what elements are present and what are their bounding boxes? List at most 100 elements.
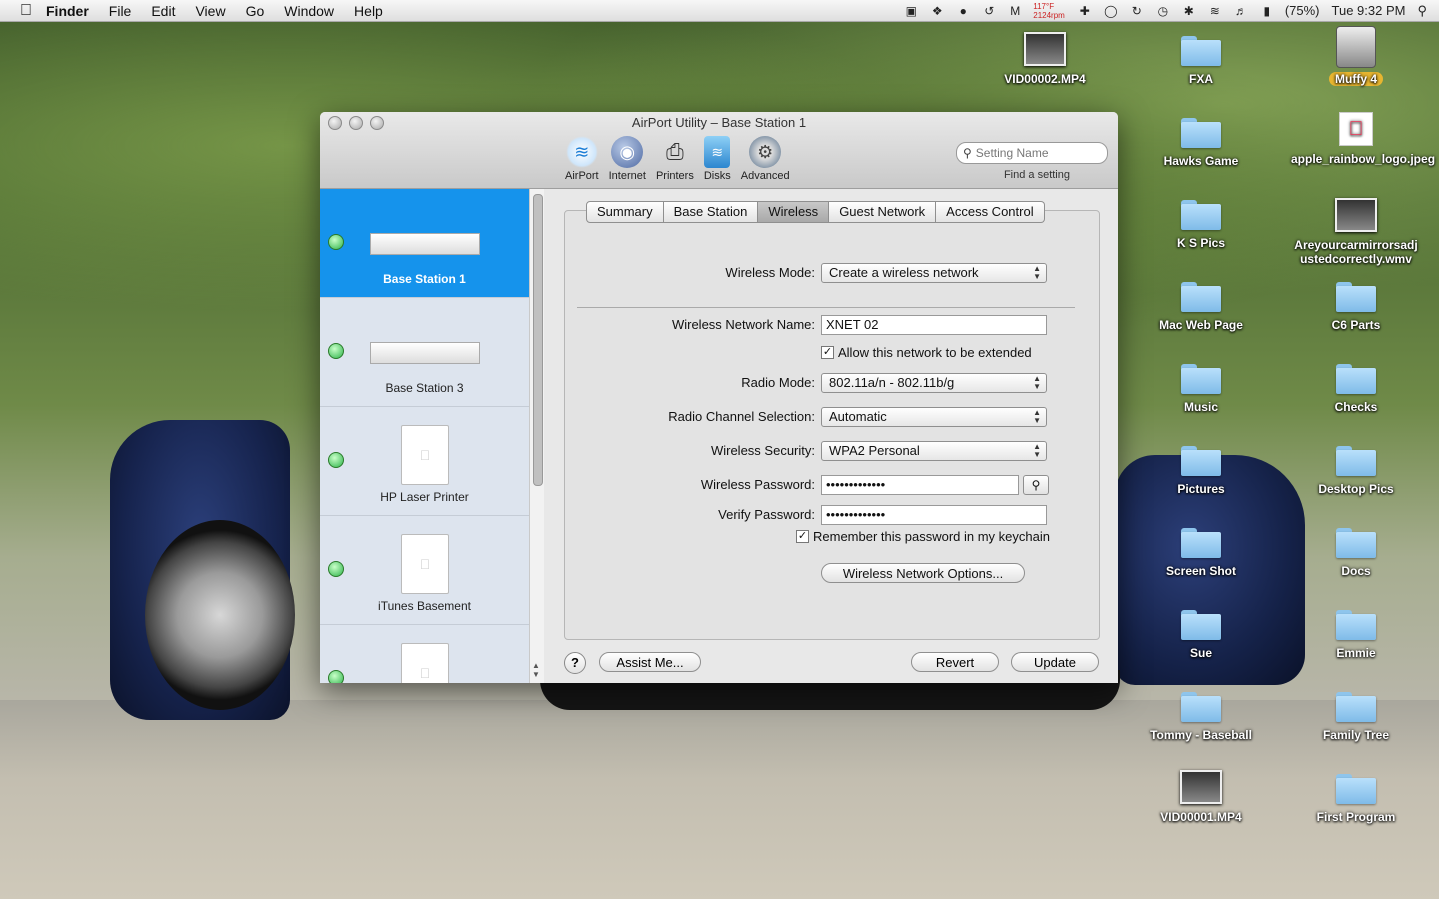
menu-clock[interactable]: Tue 9:32 PM [1332,3,1406,18]
scrollbar-thumb[interactable] [533,194,543,486]
desktop-icon-tommy-baseball[interactable]: Tommy - Baseball [1136,692,1266,742]
scroll-arrows-icon[interactable]: ▲ ▼ [532,661,540,679]
chat-icon[interactable]: ◯ [1103,4,1119,18]
airport-wifi-icon: ≋ [565,136,598,168]
wireless-network-options-button[interactable]: Wireless Network Options... [821,563,1025,583]
menu-window[interactable]: Window [284,3,334,19]
menu-edit[interactable]: Edit [151,3,175,19]
tab-wireless[interactable]: Wireless [758,201,830,223]
tab-guest-network[interactable]: Guest Network [829,201,937,223]
network-name-field[interactable]: XNET 02 [821,315,1047,335]
radio-mode-label: Radio Mode: [741,375,815,390]
tab-access-control[interactable]: Access Control [936,201,1045,223]
keychain-key-button[interactable]: ⚲ [1023,475,1049,495]
toolbar-printers-button[interactable]: ⎙ Printers [653,136,697,182]
assist-me-button[interactable]: Assist Me... [599,652,701,672]
desktop-icon-first-program[interactable]: First Program [1291,774,1421,824]
dashboard-icon[interactable]: ✚ [1077,4,1093,18]
device-item-itunes-basement[interactable]:  iTunes Basement [320,516,529,625]
desktop-icon-vid00001[interactable]: VID00001.MP4 [1136,770,1266,824]
toolbar-airport-button[interactable]: ≋ AirPort [562,136,602,182]
wireless-mode-popup[interactable]: Create a wireless network ▲ ▼ [821,263,1047,283]
desktop-icon-desktop-pics[interactable]: Desktop Pics [1291,446,1421,496]
dropbox-icon[interactable]: ❖ [929,4,945,18]
volume-icon[interactable]: ♬ [1233,4,1249,18]
menu-go[interactable]: Go [246,3,265,19]
desktop-icon-checks[interactable]: Checks [1291,364,1421,414]
toolbar-disks-label: Disks [703,170,731,182]
tab-summary[interactable]: Summary [586,201,664,223]
channel-popup[interactable]: Automatic ▲ ▼ [821,407,1047,427]
desktop-icon-sue[interactable]: Sue [1136,610,1266,660]
device-item-base-station-3[interactable]: Base Station 3 [320,298,529,407]
revert-button[interactable]: Revert [911,652,999,672]
desktop-icon-muffy4[interactable]: Muffy 4 [1291,26,1421,86]
device-list-scrollbar[interactable]: ▲ ▼ [529,189,545,683]
device-item-partial[interactable]:  [320,625,529,683]
desktop-icon-label: C6 Parts [1331,318,1381,332]
desktop-icon-music[interactable]: Music [1136,364,1266,414]
sync-icon[interactable]: ↻ [1129,4,1145,18]
wifi-icon[interactable]: ≋ [1207,4,1223,18]
spotlight-icon[interactable]: ⚲ [1417,3,1427,19]
toolbar-disks-button[interactable]: ≋ Disks [701,136,734,182]
desktop-icon-label: Desktop Pics [1318,482,1394,496]
setting-search-input[interactable]: ⚲ Setting Name [956,142,1108,164]
tab-base-station[interactable]: Base Station [663,201,759,223]
desktop-icon-emmie[interactable]: Emmie [1291,610,1421,660]
desktop-icon-screen-shot[interactable]: Screen Shot [1136,528,1266,578]
help-button[interactable]: ? [564,652,586,674]
folder-icon [1181,446,1221,476]
desktop-icon-ks-pics[interactable]: K S Pics [1136,200,1266,250]
desktop-icon-label: Muffy 4 [1329,72,1383,86]
desktop-icon-family-tree[interactable]: Family Tree [1291,692,1421,742]
desktop-icon-label: FXA [1189,72,1213,86]
verify-password-field[interactable]: ••••••••••••• [821,505,1047,525]
menu-view[interactable]: View [195,3,225,19]
airport-express-icon:  [401,534,449,594]
device-item-hp-laser-printer[interactable]:  HP Laser Printer [320,407,529,516]
password-field[interactable]: ••••••••••••• [821,475,1019,495]
security-popup[interactable]: WPA2 Personal ▲ ▼ [821,441,1047,461]
window-titlebar[interactable]: AirPort Utility – Base Station 1 ≋ AirPo… [320,112,1118,189]
popup-arrows-icon: ▲ ▼ [1033,374,1041,391]
battery-percent[interactable]: (75%) [1285,3,1320,18]
menu-file[interactable]: File [109,3,132,19]
folder-icon [1336,364,1376,394]
desktop-icon-fxa[interactable]: FXA [1136,36,1266,86]
battery-icon[interactable]: ▮ [1259,4,1275,18]
extend-checkbox[interactable]: ✓ Allow this network to be extended [821,345,1032,360]
caffeine-icon[interactable]: ● [955,4,971,18]
temperature-monitor[interactable]: 117°F 2124rpm [1033,2,1065,20]
skype-icon[interactable]: ▣ [903,4,919,18]
clock-history-icon[interactable]: ◷ [1155,4,1171,18]
desktop-icon-apple-rainbow-logo[interactable]:  apple_rainbow_logo.jpeg [1291,112,1435,166]
radio-mode-popup[interactable]: 802.11a/n - 802.11b/g ▲ ▼ [821,373,1047,393]
menu-help[interactable]: Help [354,3,383,19]
desktop-icon-areyourcarmirrors[interactable]: Areyourcarmirrorsadjustedcorrectly.wmv [1291,198,1421,266]
toolbar-advanced-button[interactable]: ⚙ Advanced [738,136,793,182]
menu-finder[interactable]: Finder [46,3,89,19]
update-button[interactable]: Update [1011,652,1099,672]
checkbox-checked-icon: ✓ [821,346,834,359]
desktop-icon-label: Areyourcarmirrorsadjustedcorrectly.wmv [1294,238,1418,266]
apple-menu-icon[interactable]:  [20,2,34,19]
desktop-icon-vid00002[interactable]: VID00002.MP4 [980,32,1110,86]
toolbar-internet-button[interactable]: ◉ Internet [606,136,649,182]
bluetooth-icon[interactable]: ✱ [1181,4,1197,18]
device-item-base-station-1[interactable]: Base Station 1 [320,189,529,298]
popup-arrows-icon: ▲ ▼ [1033,442,1041,459]
time-machine-icon[interactable]: ↺ [981,4,997,18]
desktop-icon-pictures[interactable]: Pictures [1136,446,1266,496]
desktop-icon-hawks-game[interactable]: Hawks Game [1136,118,1266,168]
apple-logo-image-icon:  [1339,112,1373,146]
desktop-icon-mac-web-page[interactable]: Mac Web Page [1136,282,1266,332]
gmail-icon[interactable]: M [1007,4,1023,18]
device-label: iTunes Basement [378,599,471,613]
keychain-checkbox[interactable]: ✓ Remember this password in my keychain [796,529,1050,544]
desktop-icon-docs[interactable]: Docs [1291,528,1421,578]
toolbar-advanced-label: Advanced [740,170,790,182]
wireless-mode-label: Wireless Mode: [725,265,815,280]
settings-tabs: Summary Base Station Wireless Guest Netw… [586,201,1045,223]
desktop-icon-c6-parts[interactable]: C6 Parts [1291,282,1421,332]
